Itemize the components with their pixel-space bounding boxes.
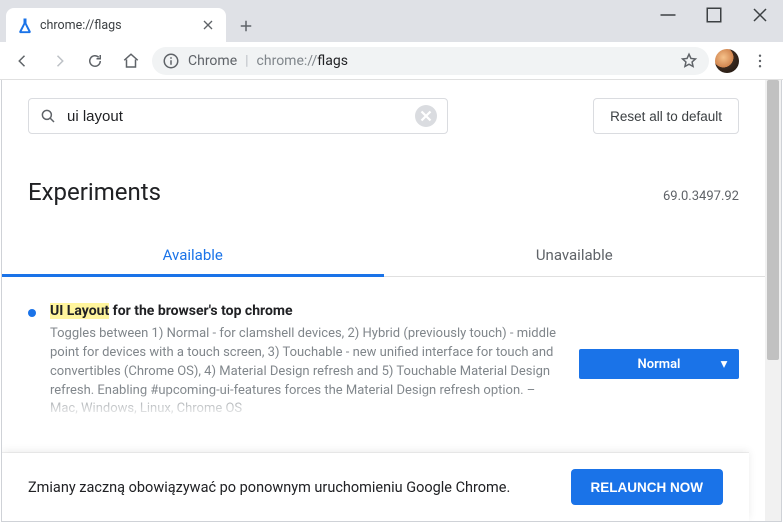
new-tab-button[interactable] [232, 12, 260, 40]
modified-dot-icon [28, 309, 36, 317]
browser-tab[interactable]: chrome://flags [6, 8, 226, 42]
category-tabs: Available Unavailable [2, 234, 765, 277]
address-bar[interactable]: Chrome | chrome://flags [152, 47, 709, 75]
window-close-button[interactable] [737, 0, 783, 30]
search-icon [39, 107, 57, 125]
omnibox-separator: | [245, 53, 248, 69]
relaunch-bar: Zmiany zaczną obowiązywać po ponownym ur… [2, 453, 749, 521]
heading-row: Experiments 69.0.3497.92 [2, 134, 765, 206]
flag-search-box [28, 98, 448, 134]
flask-icon [16, 17, 32, 33]
window-controls [645, 0, 783, 30]
relaunch-message: Zmiany zaczną obowiązywać po ponownym ur… [28, 479, 510, 496]
reset-all-button[interactable]: Reset all to default [593, 98, 739, 134]
version-label: 69.0.3497.92 [663, 189, 739, 204]
browser-menu-button[interactable] [745, 46, 775, 76]
search-row: Reset all to default [2, 80, 765, 134]
scrollbar-thumb[interactable] [767, 80, 779, 360]
tab-unavailable[interactable]: Unavailable [384, 234, 766, 277]
flag-body: UI Layout for the browser's top chrome T… [50, 303, 565, 419]
omnibox-url: chrome://flags [257, 53, 348, 69]
nav-toolbar: Chrome | chrome://flags [0, 42, 783, 80]
profile-avatar[interactable] [715, 49, 739, 73]
content-frame: Reset all to default Experiments 69.0.34… [1, 80, 782, 522]
clear-search-icon[interactable] [415, 105, 437, 127]
relaunch-button[interactable]: RELAUNCH NOW [571, 469, 724, 505]
home-button[interactable] [116, 46, 146, 76]
vertical-scrollbar[interactable] [765, 80, 781, 521]
tab-strip: chrome://flags [0, 0, 260, 42]
maximize-button[interactable] [691, 0, 737, 30]
flag-title: UI Layout for the browser's top chrome [50, 303, 557, 319]
flag-option-dropdown[interactable]: Normal [579, 349, 739, 379]
reload-button[interactable] [80, 46, 110, 76]
flag-option-selected[interactable]: Normal [579, 349, 739, 379]
tab-title: chrome://flags [40, 18, 122, 33]
bookmark-star-icon[interactable] [679, 51, 699, 71]
window-titlebar: chrome://flags [0, 0, 783, 42]
close-icon[interactable] [200, 17, 216, 33]
forward-button[interactable] [44, 46, 74, 76]
content: Reset all to default Experiments 69.0.34… [2, 80, 765, 521]
page-title: Experiments [28, 178, 161, 206]
flag-description: Toggles between 1) Normal - for clamshel… [50, 325, 557, 419]
info-icon[interactable] [162, 52, 180, 70]
tab-available[interactable]: Available [2, 234, 384, 277]
minimize-button[interactable] [645, 0, 691, 30]
flag-entry: UI Layout for the browser's top chrome T… [2, 277, 765, 419]
omnibox-origin-label: Chrome [188, 53, 237, 69]
flag-search-input[interactable] [67, 108, 405, 125]
back-button[interactable] [8, 46, 38, 76]
